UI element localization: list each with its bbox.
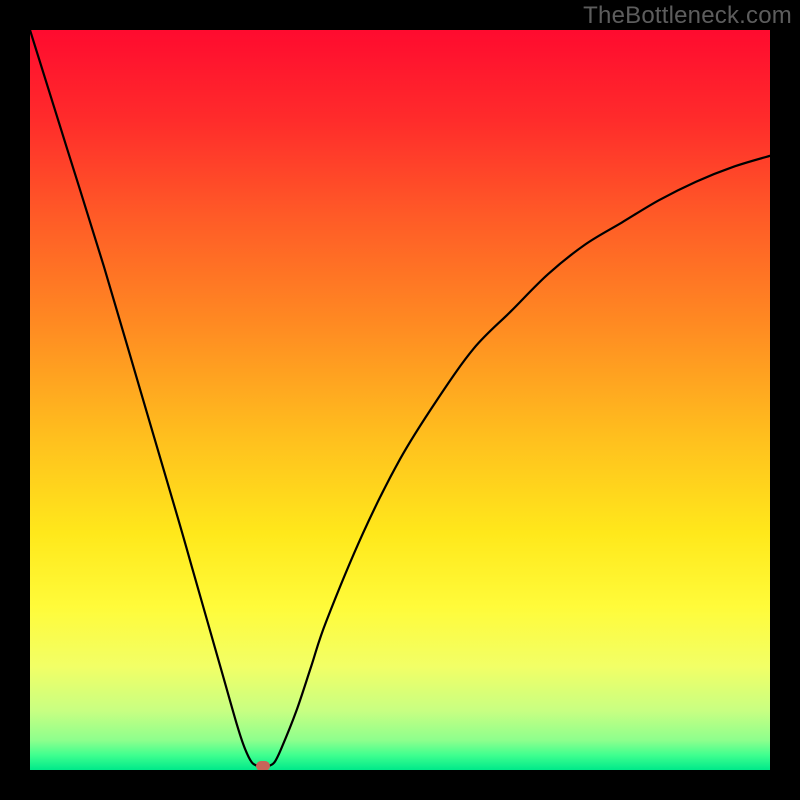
optimal-point-marker	[256, 761, 270, 770]
plot-area	[30, 30, 770, 770]
chart-container: TheBottleneck.com	[0, 0, 800, 800]
bottleneck-curve	[30, 30, 770, 770]
watermark-text: TheBottleneck.com	[583, 2, 792, 30]
